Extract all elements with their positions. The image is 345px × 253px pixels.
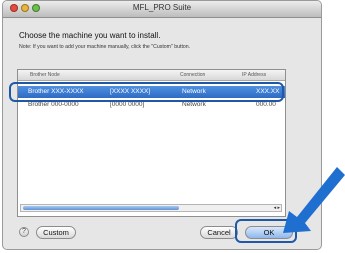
custom-button[interactable]: Custom	[36, 226, 76, 239]
column-header-node[interactable]: Brother Node	[30, 72, 60, 78]
machine-name: Brother 000-0000	[28, 101, 79, 108]
machine-connection: Network	[182, 101, 206, 108]
help-button[interactable]: ?	[19, 227, 29, 237]
horizontal-scrollbar[interactable]: ◂ ▸	[20, 204, 282, 212]
pointer-arrow-shape	[283, 167, 345, 233]
cancel-button[interactable]: Cancel	[200, 226, 238, 239]
title-bar: MFL_PRO Suite	[3, 1, 321, 18]
scroll-arrows-icon[interactable]: ◂ ▸	[274, 205, 280, 211]
window-title: MFL_PRO Suite	[132, 3, 192, 12]
column-header-connection[interactable]: Connection	[180, 72, 205, 78]
dialog-note: Note: If you want to add your machine ma…	[19, 44, 191, 50]
pointer-arrow-icon	[283, 167, 345, 233]
machine-node: [0000 0000]	[110, 101, 145, 108]
column-header-address[interactable]: IP Address	[242, 72, 266, 78]
installer-window: MFL_PRO Suite Choose the machine you wan…	[2, 0, 322, 250]
selected-row-highlight	[9, 82, 284, 102]
dialog-heading: Choose the machine you want to install.	[19, 31, 161, 40]
table-header: Brother Node Connection IP Address	[18, 70, 285, 81]
scrollbar-thumb[interactable]	[23, 206, 179, 210]
machine-address: 000.00	[256, 101, 276, 108]
